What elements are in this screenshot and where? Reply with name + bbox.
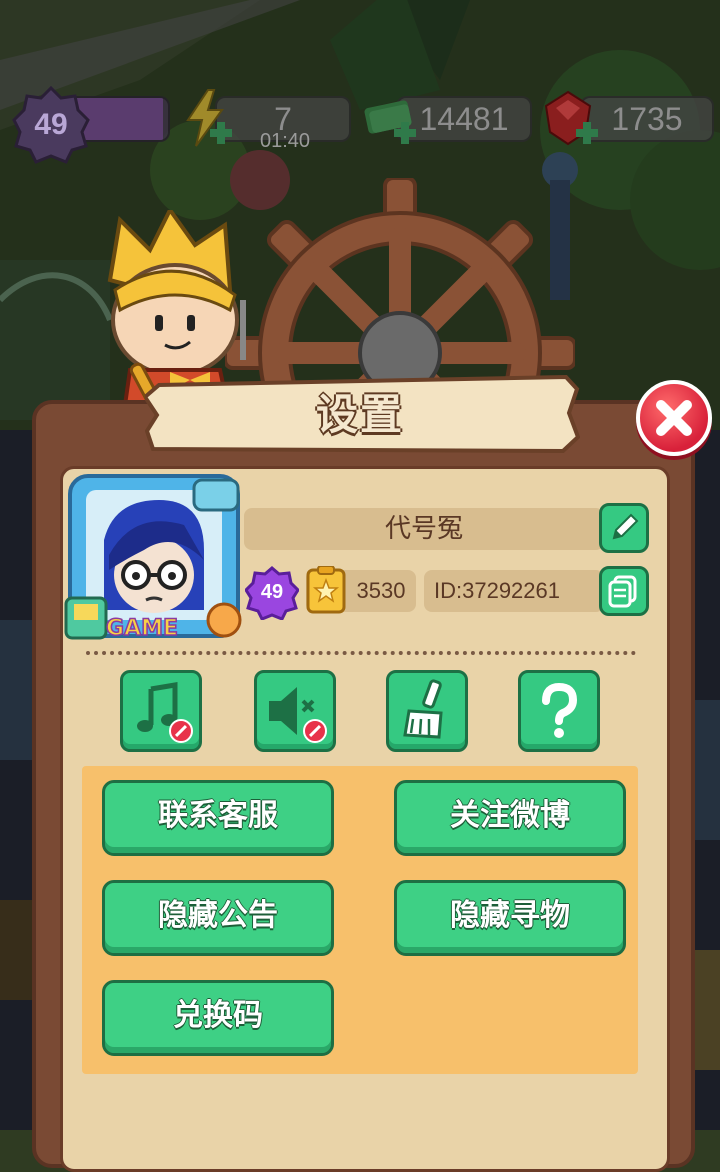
gem-value: 1735 [611, 101, 683, 137]
add-cash-icon[interactable] [392, 120, 418, 146]
coin-value: 3530 [356, 578, 406, 603]
energy-timer: 01:40 [259, 130, 311, 152]
avatar-badge-text: GAME [106, 616, 178, 641]
contact-support-button[interactable]: 联系客服 [102, 780, 334, 856]
copy-icon [608, 575, 637, 608]
player-id: ID:37292261 [424, 570, 604, 612]
add-gem-icon[interactable] [574, 120, 600, 146]
follow-weibo-button[interactable]: 关注微博 [394, 780, 626, 856]
gem-counter: 1735 [580, 96, 714, 142]
hide-item-search-button[interactable]: 隐藏寻物 [394, 880, 626, 956]
help-button[interactable] [518, 670, 600, 752]
player-name: 代号冤 [244, 508, 604, 550]
brush-icon [403, 679, 443, 739]
music-off-icon [137, 682, 193, 743]
pencil-icon [612, 513, 639, 540]
settings-title: 设置 [315, 390, 404, 439]
sound-toggle-button[interactable] [254, 670, 336, 752]
question-icon [542, 682, 578, 738]
sound-off-icon [269, 687, 327, 743]
close-icon [656, 400, 692, 436]
star-card-icon [306, 566, 346, 614]
action-button-area: 联系客服 关注微博 隐藏公告 隐藏寻物 兑换码 [82, 766, 638, 1074]
music-toggle-button[interactable] [120, 670, 202, 752]
profile-level: 49 [260, 581, 284, 603]
redeem-code-button[interactable]: 兑换码 [102, 980, 334, 1056]
cash-value: 14481 [419, 101, 509, 137]
clear-cache-button[interactable] [386, 670, 468, 752]
hide-announcement-button[interactable]: 隐藏公告 [102, 880, 334, 956]
top-hud: 49 7 01:40 14481 1735 [0, 86, 720, 164]
close-button[interactable] [636, 380, 712, 456]
add-energy-icon[interactable] [208, 120, 234, 146]
player-avatar[interactable]: GAME [64, 470, 244, 642]
copy-id-button[interactable] [599, 566, 649, 616]
edit-name-button[interactable] [599, 503, 649, 553]
divider [86, 651, 636, 655]
player-level: 49 [34, 108, 68, 141]
